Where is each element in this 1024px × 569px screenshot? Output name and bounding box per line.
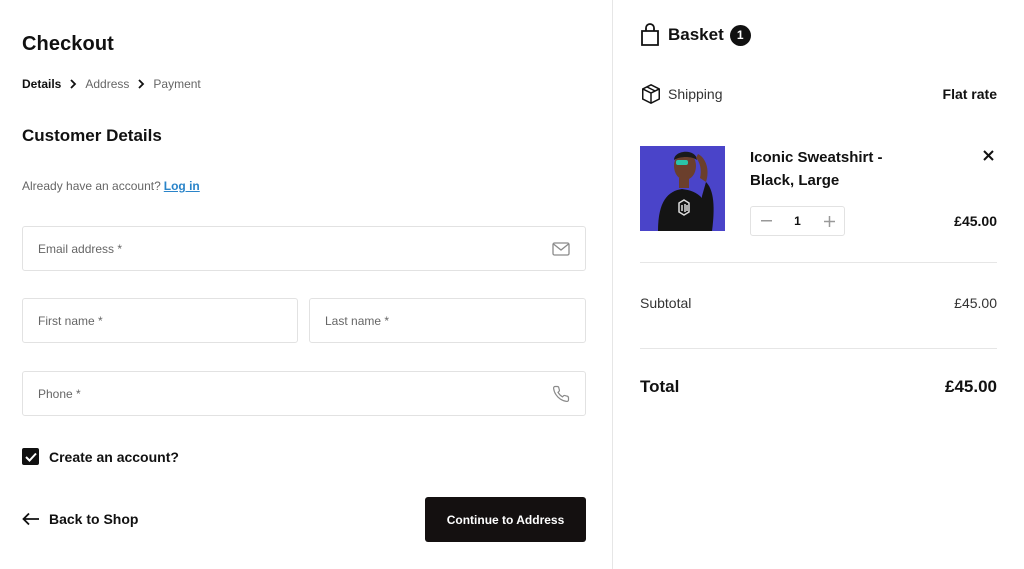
breadcrumb-payment[interactable]: Payment [153,77,200,91]
product-image[interactable] [640,146,725,231]
basket-title: Basket [668,25,724,44]
total-row: Total £45.00 [640,377,997,397]
basket-header: Basket 1 [640,23,751,47]
section-title: Customer Details [22,126,162,145]
shipping-label: Shipping [668,86,723,102]
last-name-field[interactable] [309,298,586,343]
checkout-panel: Checkout Details Address Payment Custome… [0,0,612,569]
login-link[interactable]: Log in [164,179,200,193]
account-prompt: Already have an account? Log in [22,179,200,193]
breadcrumb: Details Address Payment [22,77,201,91]
first-name-input[interactable] [23,299,297,342]
checkmark-icon [24,452,37,462]
basket-count-badge: 1 [729,24,751,46]
page-title: Checkout [22,33,114,55]
total-label: Total [640,377,680,396]
package-box-icon [640,83,662,105]
minus-icon[interactable] [759,214,773,228]
shipping-value: Flat rate [942,86,997,102]
create-account-checkbox[interactable] [22,448,39,465]
divider [640,262,997,263]
quantity-stepper[interactable]: 1 [750,206,845,236]
continue-to-address-button[interactable]: Continue to Address [425,497,586,542]
chevron-right-icon [69,77,79,91]
phone-input[interactable] [23,372,585,415]
phone-icon [551,384,571,404]
back-to-shop-link[interactable]: Back to Shop [22,510,138,528]
breadcrumb-details[interactable]: Details [22,77,61,91]
product-price: £45.00 [954,213,997,229]
shipping-row: Shipping Flat rate [640,83,997,105]
divider [640,348,997,349]
mail-icon [551,239,571,259]
account-prompt-text: Already have an account? [22,179,161,193]
email-field[interactable] [22,226,586,271]
close-icon[interactable] [979,146,997,164]
back-to-shop-label: Back to Shop [49,511,139,527]
breadcrumb-address[interactable]: Address [85,77,129,91]
chevron-right-icon [137,77,147,91]
quantity-value: 1 [794,214,801,228]
phone-field[interactable] [22,371,586,416]
create-account-toggle[interactable]: Create an account? [22,448,179,465]
plus-icon[interactable] [822,214,836,228]
product-name[interactable]: Iconic Sweatshirt - Black, Large [750,146,920,192]
create-account-label: Create an account? [49,448,179,465]
shopping-bag-icon [640,23,660,47]
basket-panel: Basket 1 Shipping Flat rate Iconic Sweat… [613,0,1024,569]
arrow-left-icon [22,510,40,528]
subtotal-row: Subtotal £45.00 [640,295,997,311]
first-name-field[interactable] [22,298,298,343]
subtotal-value: £45.00 [954,295,997,311]
subtotal-label: Subtotal [640,295,692,311]
email-input[interactable] [23,227,585,270]
last-name-input[interactable] [310,299,585,342]
total-value: £45.00 [945,377,997,396]
